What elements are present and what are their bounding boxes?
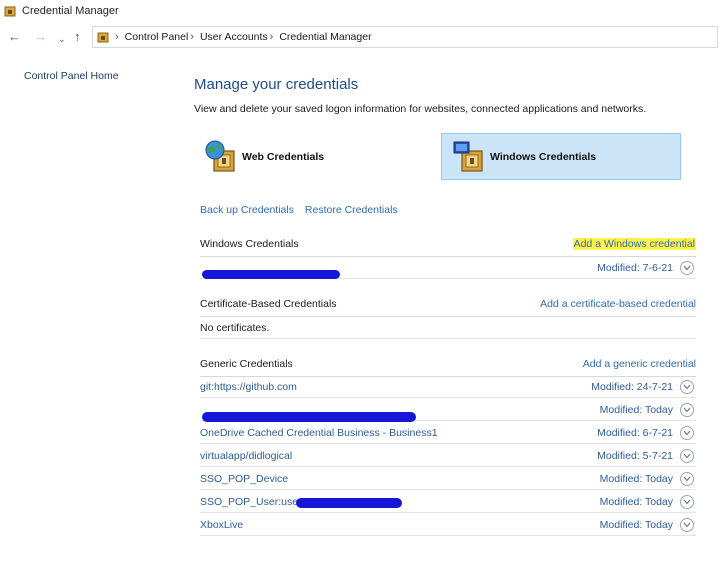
windows-credentials-tile[interactable]: Windows Credentials xyxy=(441,133,681,180)
generic-credentials-section-header: Generic Credentials Add a generic creden… xyxy=(200,356,696,377)
expand-chevron-icon[interactable] xyxy=(680,471,694,486)
windows-credentials-section-title: Windows Credentials xyxy=(200,238,299,250)
forward-arrow-icon[interactable]: → xyxy=(34,30,47,44)
breadcrumb-separator-icon: › xyxy=(115,31,119,43)
expand-chevron-icon[interactable] xyxy=(680,402,694,417)
expand-chevron-icon[interactable] xyxy=(680,517,694,532)
credential-name: git:https://github.com xyxy=(200,380,297,393)
credential-row[interactable]: git:https://github.com Modified: 24-7-21 xyxy=(200,376,696,398)
expand-chevron-icon[interactable] xyxy=(680,379,694,394)
credential-modified: Modified: Today xyxy=(599,403,673,416)
credential-modified: Modified: 7-6-21 xyxy=(597,261,673,274)
back-arrow-icon[interactable]: ← xyxy=(8,30,21,44)
up-arrow-icon[interactable]: ↑ xyxy=(74,30,81,44)
add-windows-credential-link[interactable]: Add a Windows credential xyxy=(572,238,696,250)
control-panel-icon xyxy=(97,32,109,43)
window-title: Credential Manager xyxy=(22,5,119,17)
add-generic-credential-link[interactable]: Add a generic credential xyxy=(583,358,696,370)
certificate-credentials-section-header: Certificate-Based Credentials Add a cert… xyxy=(200,296,696,317)
credential-row[interactable]: SSO_POP_Device Modified: Today xyxy=(200,468,696,490)
credential-manager-icon xyxy=(4,6,16,17)
web-credentials-label: Web Credentials xyxy=(242,150,325,163)
page-subtitle: View and delete your saved logon informa… xyxy=(194,103,647,115)
no-certificates-text: No certificates. xyxy=(200,321,270,334)
credential-modified: Modified: Today xyxy=(599,472,673,485)
generic-credentials-section-title: Generic Credentials xyxy=(200,358,293,370)
web-credentials-icon xyxy=(205,140,235,172)
no-certificates-row: No certificates. xyxy=(200,317,696,339)
expand-chevron-icon[interactable] xyxy=(680,260,694,275)
redaction-mark xyxy=(202,269,340,279)
credential-name: SSO_POP_User:user= xyxy=(200,495,308,508)
backup-credentials-link[interactable]: Back up Credentials xyxy=(200,204,294,216)
credential-row[interactable]: SSO_POP_User:user= Modified: Today xyxy=(200,491,696,513)
expand-chevron-icon[interactable] xyxy=(680,425,694,440)
redaction-mark xyxy=(202,411,416,422)
credential-name: SSO_POP_Device xyxy=(200,472,289,485)
restore-credentials-link[interactable]: Restore Credentials xyxy=(305,204,398,216)
credential-modified: Modified: 6-7-21 xyxy=(597,426,673,439)
credential-row[interactable]: XboxLive Modified: Today xyxy=(200,514,696,536)
windows-credentials-icon xyxy=(453,141,483,172)
redaction-mark xyxy=(296,497,402,508)
credential-name: XboxLive xyxy=(200,518,244,531)
credential-modified: Modified: 5-7-21 xyxy=(597,449,673,462)
credential-row[interactable]: Modified: Today xyxy=(200,399,696,422)
breadcrumb-control-panel[interactable]: Control Panel xyxy=(125,31,189,43)
add-certificate-credential-link[interactable]: Add a certificate-based credential xyxy=(540,298,696,310)
credential-modified: Modified: 24-7-21 xyxy=(591,380,673,393)
credential-modified: Modified: Today xyxy=(599,495,673,508)
windows-credentials-section-header: Windows Credentials Add a Windows creden… xyxy=(200,236,696,257)
page-title: Manage your credentials xyxy=(194,76,359,93)
credential-modified: Modified: Today xyxy=(599,518,673,531)
main-content: Manage your credentials View and delete … xyxy=(194,0,704,573)
recent-locations-chevron-icon[interactable]: ⌄ xyxy=(58,32,66,46)
credential-name: virtualapp/didlogical xyxy=(200,449,293,462)
expand-chevron-icon[interactable] xyxy=(680,494,694,509)
credential-row[interactable]: Modified: 7-6-21 xyxy=(200,257,696,279)
web-credentials-tile[interactable]: Web Credentials xyxy=(196,133,434,180)
expand-chevron-icon[interactable] xyxy=(680,448,694,463)
windows-credentials-label: Windows Credentials xyxy=(490,150,597,163)
credential-name: OneDrive Cached Credential Business - Bu… xyxy=(200,426,438,439)
credential-name-container: SSO_POP_User:user= xyxy=(200,496,600,508)
credential-row[interactable]: OneDrive Cached Credential Business - Bu… xyxy=(200,422,696,444)
credential-row[interactable]: virtualapp/didlogical Modified: 5-7-21 xyxy=(200,445,696,467)
control-panel-home-link[interactable]: Control Panel Home xyxy=(24,70,119,82)
backup-restore-links: Back up Credentials Restore Credentials xyxy=(200,204,406,216)
certificate-credentials-section-title: Certificate-Based Credentials xyxy=(200,298,337,310)
